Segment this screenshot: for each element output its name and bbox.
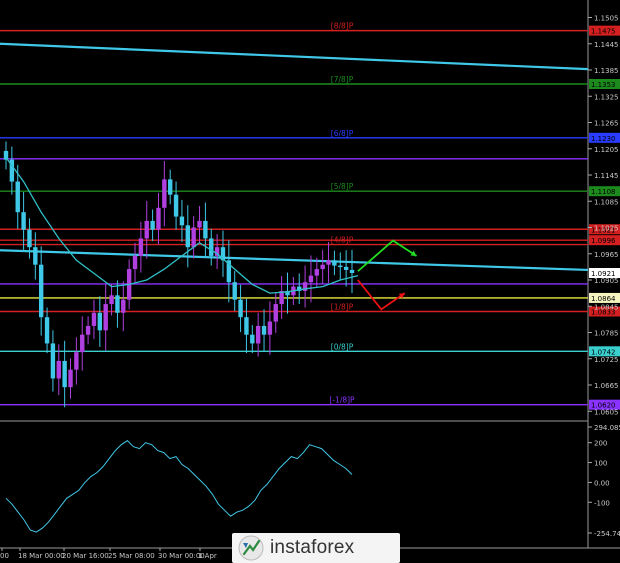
watermark-text: instaforex bbox=[270, 537, 355, 558]
murrey-price-label: 1.1108 bbox=[591, 188, 616, 196]
candle-body bbox=[168, 179, 173, 195]
price-tick-label: 1.1265 bbox=[594, 120, 619, 128]
candle-body bbox=[38, 264, 44, 318]
price-tick-label: 1.1025 bbox=[594, 225, 619, 233]
price-tick-label: 1.0905 bbox=[594, 277, 619, 285]
candle-body bbox=[320, 264, 325, 270]
candle-body bbox=[185, 225, 190, 248]
candle-body bbox=[44, 317, 50, 344]
oscillator-tick-label: -100 bbox=[594, 499, 610, 507]
candle-body bbox=[91, 312, 97, 326]
candle-body bbox=[179, 216, 185, 226]
oscillator-tick-label: 100 bbox=[594, 460, 607, 468]
murrey-level-label: [0/8]P bbox=[331, 342, 354, 351]
price-tick-label: 1.1385 bbox=[594, 67, 619, 75]
candle-body bbox=[273, 304, 278, 322]
candle-body bbox=[267, 321, 273, 335]
candle-body bbox=[349, 269, 355, 273]
murrey-level-label: [4/8]P bbox=[331, 236, 354, 245]
murrey-level-label: [8/8]P bbox=[331, 22, 354, 31]
candle-body bbox=[50, 343, 56, 379]
candle-body bbox=[56, 360, 61, 379]
oscillator-tick-label: 0.00 bbox=[594, 479, 610, 487]
price-tick-label: 1.0725 bbox=[594, 356, 619, 364]
price-tick-label: 1.0605 bbox=[594, 408, 619, 416]
candle-body bbox=[343, 266, 349, 270]
time-tick-label: 25 Mar 08:00 bbox=[108, 552, 155, 560]
candle-body bbox=[156, 207, 161, 230]
candle-body bbox=[332, 260, 337, 266]
time-tick-label: 00 bbox=[0, 552, 9, 560]
time-tick-label: 20 Mar 16:00 bbox=[62, 552, 109, 560]
murrey-level-label: [6/8]P bbox=[331, 129, 354, 138]
candle-body bbox=[80, 334, 85, 353]
candle-body bbox=[97, 312, 103, 331]
price-tick-label: 1.1205 bbox=[594, 146, 619, 154]
candle-body bbox=[132, 255, 138, 270]
candle-body bbox=[33, 247, 38, 265]
price-tick-label: 1.1445 bbox=[594, 41, 619, 49]
candle-body bbox=[121, 299, 126, 313]
instaforex-logo-icon bbox=[238, 535, 264, 561]
candle-body bbox=[138, 238, 144, 256]
candle-body bbox=[250, 334, 255, 344]
candle-body bbox=[173, 194, 179, 217]
price-tick-label: 1.1085 bbox=[594, 198, 619, 206]
candle-body bbox=[308, 275, 314, 283]
candle-body bbox=[27, 229, 32, 248]
candle-body bbox=[103, 304, 108, 331]
candle-body bbox=[338, 265, 343, 268]
candle-body bbox=[144, 220, 149, 239]
candle-body bbox=[238, 299, 243, 318]
price-tick-label: 1.0785 bbox=[594, 330, 619, 338]
oscillator-tick-label: 294.0852 bbox=[594, 424, 620, 432]
candle-body bbox=[314, 269, 320, 276]
time-tick-label: 1 Apr bbox=[198, 552, 217, 560]
price-tick-label: 1.0845 bbox=[594, 303, 619, 311]
chart-canvas: [8/8]P 1.1475 [7/8]P 1.1353 [6/8]P 1.1230 [5/8… bbox=[0, 0, 620, 563]
price-tick-label: 1.1145 bbox=[594, 172, 619, 180]
candle-body bbox=[150, 220, 155, 230]
price-tick-label: 1.1325 bbox=[594, 93, 619, 101]
candle-body bbox=[62, 360, 67, 388]
instaforex-watermark: instaforex bbox=[232, 533, 400, 563]
price-tick-label: 1.1505 bbox=[594, 15, 619, 23]
murrey-price-label: 1.0996 bbox=[591, 237, 616, 245]
oscillator-tick-label: -254.746 bbox=[594, 530, 620, 538]
murrey-level-label: [5/8]P bbox=[331, 182, 354, 191]
candle-body bbox=[109, 295, 114, 305]
candle-body bbox=[115, 295, 120, 313]
murrey-level-label: [1/8]P bbox=[331, 303, 354, 312]
time-tick-label: 18 Mar 00:00 bbox=[18, 552, 65, 560]
murrey-price-label: 1.1353 bbox=[591, 81, 616, 89]
murrey-level-label: [7/8]P bbox=[331, 75, 354, 84]
candle-body bbox=[162, 179, 167, 208]
oscillator-tick-label: 200 bbox=[594, 440, 607, 448]
price-tick-label: 1.0665 bbox=[594, 382, 619, 390]
candle-body bbox=[209, 238, 214, 256]
candle-body bbox=[68, 369, 73, 388]
candle-body bbox=[85, 325, 91, 335]
candle-body bbox=[191, 227, 196, 248]
candle-body bbox=[197, 220, 202, 228]
murrey-price-label: 1.0864 bbox=[591, 295, 616, 303]
candle-body bbox=[261, 325, 267, 335]
murrey-level-label: [-1/8]P bbox=[329, 396, 355, 405]
candle-body bbox=[15, 181, 20, 213]
candle-body bbox=[232, 282, 237, 300]
murrey-price-label: 1.1230 bbox=[591, 135, 616, 143]
candle-body bbox=[203, 220, 208, 239]
candle-body bbox=[244, 317, 249, 335]
current-price-marker: 1.0921 bbox=[591, 270, 616, 278]
price-tick-label: 1.0965 bbox=[594, 251, 619, 259]
candle-body bbox=[74, 352, 79, 370]
candle-body bbox=[255, 325, 261, 344]
murrey-price-label: 1.1475 bbox=[591, 28, 616, 36]
candle-body bbox=[326, 260, 331, 265]
candle-body bbox=[21, 212, 26, 230]
